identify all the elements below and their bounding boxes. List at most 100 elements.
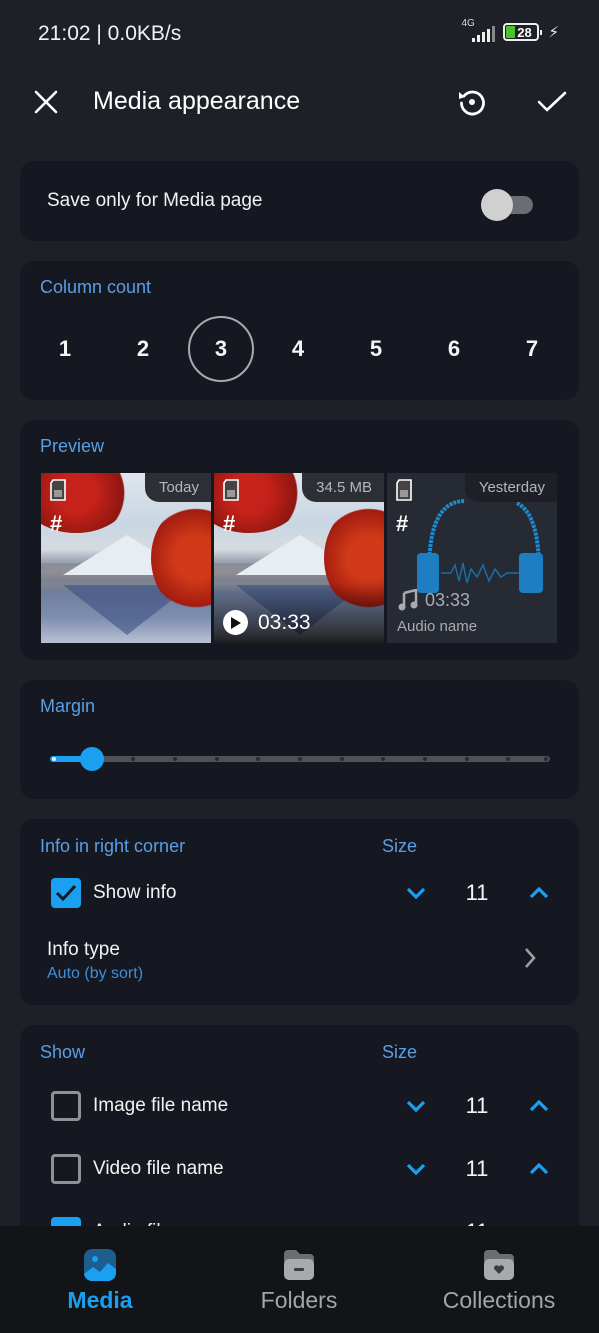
size-value: 11 [465,880,489,905]
play-icon [223,610,248,635]
info-type-row[interactable]: Info type Auto (by sort) [20,929,579,991]
toggle-thumb [481,189,513,221]
slider-tick [339,757,344,761]
show-info-checkbox[interactable] [51,878,81,908]
column-option-7[interactable]: 7 [499,316,565,382]
audio-duration-row: 03:33 [397,589,470,611]
chevron-down-icon [406,887,426,899]
preview-label: Preview [40,436,105,456]
size-label: Size [382,1042,418,1062]
corner-info: 34.5 MB [302,473,384,502]
audio-name: Audio name [397,618,478,635]
show-item-label: Image file name [93,1095,229,1116]
size-increase-button[interactable] [523,879,555,907]
chevron-down-icon [406,1100,426,1112]
show-label: Show [40,1042,86,1062]
show-info-row: Show info 11 [20,871,579,915]
preview-tile-video: 34.5 MB # 03:33 [214,473,384,643]
check-icon [537,91,567,112]
nav-folders[interactable]: Folders [199,1226,399,1333]
column-count-card: Column count 1 2 3 4 5 6 7 [20,261,579,400]
slider-tick [52,757,56,761]
reset-button[interactable] [452,82,492,122]
slider-tick [464,757,469,761]
margin-slider[interactable] [50,745,550,773]
folder-icon [284,1250,314,1280]
size-decrease-button[interactable] [400,1092,432,1120]
info-type-label: Info type [47,939,120,960]
hash-icon: # [223,511,236,536]
info-corner-label: Info in right corner [40,836,186,856]
save-only-toggle[interactable] [481,186,534,221]
size-increase-button[interactable] [523,1155,555,1183]
reset-icon [459,90,485,116]
nav-collections-label: Collections [442,1287,556,1313]
page-title: Media appearance [93,87,301,115]
chevron-right-icon [525,948,536,968]
nav-media[interactable]: Media [0,1226,200,1333]
hash-icon: # [50,511,63,536]
size-value: 11 [465,1093,489,1118]
sd-card-icon [223,479,239,501]
column-option-1[interactable]: 1 [32,316,98,382]
corner-info: Today [144,473,211,502]
size-decrease-button[interactable] [400,879,432,907]
app-bar: Media appearance [0,70,599,134]
column-option-6[interactable]: 6 [421,316,487,382]
status-icons: 4G 28 ⚡ [457,18,559,44]
music-note-icon [398,589,418,611]
close-icon [34,90,58,114]
nav-collections[interactable]: Collections [399,1226,599,1333]
preview-tile-audio: Yesterday # 03:33 Audio name [387,473,557,643]
collections-icon [484,1250,514,1280]
chevron-down-icon [406,1163,426,1175]
checkmark-icon [55,884,77,902]
column-option-5[interactable]: 5 [343,316,409,382]
headphones-icon [417,499,543,593]
size-label: Size [382,836,418,856]
column-option-4[interactable]: 4 [265,316,331,382]
slider-tick [298,757,302,761]
preview-tiles: Today # 34.5 MB # 03:33 Yesterday # 03:3… [41,473,557,643]
slider-tick [544,757,548,761]
size-increase-button[interactable] [523,1092,555,1120]
slider-thumb[interactable] [79,747,104,771]
hash-icon: # [396,511,409,536]
chevron-up-icon [529,1100,549,1112]
column-count-options: 1 2 3 4 5 6 7 [20,316,579,384]
show-item-label: Video file name [93,1158,224,1179]
preview-card: Preview Today # 34.5 MB # 03:33 Yesterda… [20,420,579,660]
size-decrease-button[interactable] [400,1155,432,1183]
sd-card-icon [50,479,66,501]
column-count-label: Column count [40,277,152,297]
status-time: 21:02 | 0.0KB/s [38,22,182,45]
save-only-label: Save only for Media page [47,190,263,211]
media-icon [84,1249,116,1281]
confirm-button[interactable] [532,82,572,122]
video-duration-row: 03:33 [223,610,311,635]
close-button[interactable] [26,82,66,122]
video-duration: 03:33 [258,610,311,634]
chevron-up-icon [529,887,549,899]
nav-media-label: Media [67,1287,133,1313]
size-value: 11 [465,1156,489,1181]
image-file-name-checkbox[interactable] [51,1091,81,1121]
column-option-2[interactable]: 2 [110,316,176,382]
slider-tick [173,757,177,761]
video-file-name-checkbox[interactable] [51,1154,81,1184]
slider-tick [423,757,427,761]
battery-level: 28 [517,24,532,40]
audio-duration: 03:33 [425,589,471,610]
signal-icon: 4G [457,18,497,44]
charging-icon: ⚡ [548,24,559,41]
battery-icon: 28 [503,23,543,41]
sd-card-icon [396,479,412,501]
show-info-label: Show info [93,882,177,903]
margin-card: Margin [20,680,579,799]
slider-tick [214,757,219,761]
corner-info: Yesterday [464,473,557,502]
column-option-3[interactable]: 3 [188,316,254,382]
info-corner-card: Info in right corner Size Show info 11 I… [20,819,579,1005]
bottom-navigation: Media Folders Collections [0,1226,599,1333]
nav-folders-label: Folders [260,1287,338,1313]
